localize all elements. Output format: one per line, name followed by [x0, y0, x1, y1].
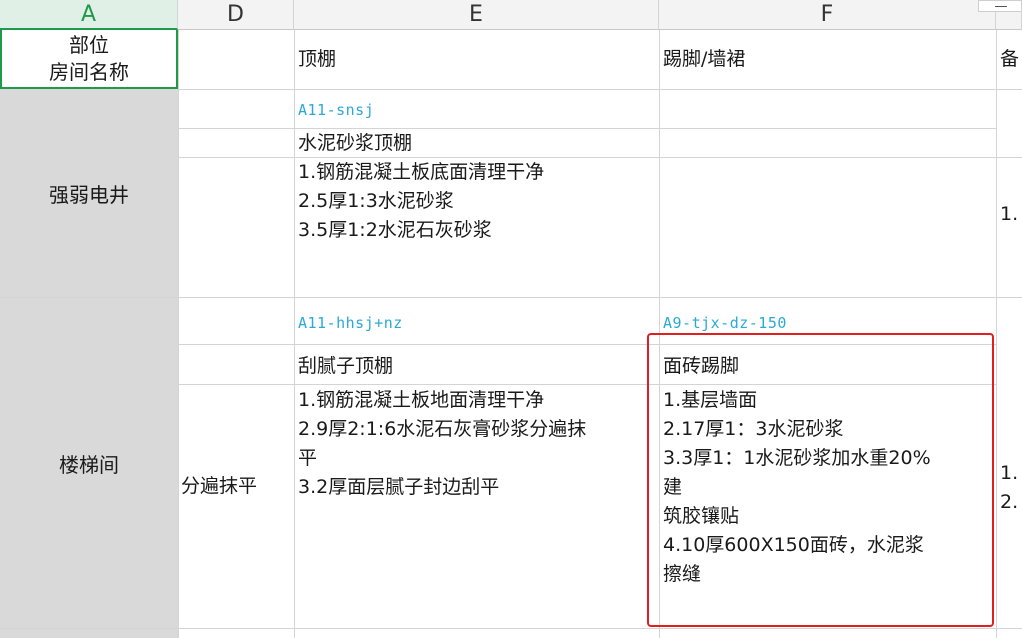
window-control-strip[interactable] [978, 0, 1022, 12]
remark-clip[interactable]: 1. [1000, 459, 1018, 488]
column-header-a[interactable]: A [0, 0, 178, 30]
ceiling-steps-cell[interactable]: 1.钢筋混凝土板底面清理干净 2.5厚1:3水泥砂浆 3.5厚1:2水泥石灰砂浆 [298, 158, 656, 245]
grid-line [178, 30, 179, 638]
ceiling-code[interactable]: A11-hhsj+nz [298, 309, 403, 338]
d-clip-text: 分遍抹平 [181, 475, 258, 497]
ceiling-title[interactable]: 水泥砂浆顶棚 [298, 129, 412, 158]
ceiling-step: 2.5厚1:3水泥砂浆 [298, 190, 454, 212]
ceiling-step: 1.钢筋混凝土板底面清理干净 [298, 161, 545, 183]
highlight-box [647, 333, 994, 627]
grid-line [0, 297, 1022, 298]
header-baseboard[interactable]: 踢脚/墙裙 [663, 45, 745, 74]
room-name: 强弱电井 [49, 182, 129, 207]
minimize-icon [995, 6, 1007, 7]
ceiling-step: 3.5厚1:2水泥石灰砂浆 [298, 219, 492, 241]
room-cell-next[interactable] [0, 629, 178, 638]
header-remarks[interactable]: 备 [1000, 45, 1019, 74]
header-label-part: 部位 [69, 33, 109, 57]
grid-line [996, 30, 997, 638]
ceiling-step: 2.9厚2:1:6水泥石灰膏砂浆分遍抹 [298, 418, 587, 440]
header-ceiling[interactable]: 顶棚 [298, 45, 336, 74]
grid-line [294, 30, 295, 638]
remark-clip[interactable]: 1. [1000, 200, 1018, 229]
ceiling-step: 1.钢筋混凝土板地面清理干净 [298, 389, 545, 411]
d-cell-overflow[interactable]: 分遍抹平 [181, 385, 293, 627]
room-cell-stair[interactable]: 楼梯间 [0, 298, 178, 628]
header-cell-a[interactable]: 部位 房间名称 [0, 30, 178, 89]
ceiling-steps-cell[interactable]: 1.钢筋混凝土板地面清理干净 2.9厚2:1:6水泥石灰膏砂浆分遍抹 平 3.2… [298, 386, 656, 502]
ceiling-step: 平 [298, 447, 318, 469]
grid-line [0, 628, 1022, 629]
ceiling-code[interactable]: A11-snsj [298, 96, 374, 125]
column-header-e[interactable]: E [294, 0, 659, 30]
room-cell-shaft[interactable]: 强弱电井 [0, 89, 178, 297]
column-header-f[interactable]: F [659, 0, 996, 30]
room-name: 楼梯间 [59, 452, 119, 477]
ceiling-title[interactable]: 刮腻子顶棚 [298, 352, 393, 381]
header-label-room: 房间名称 [49, 60, 129, 84]
ceiling-step: 3.2厚面层腻子封边刮平 [298, 476, 500, 498]
remark-clip[interactable]: 2. [1000, 488, 1018, 517]
grid-line [178, 89, 1022, 90]
column-header-d[interactable]: D [178, 0, 294, 30]
